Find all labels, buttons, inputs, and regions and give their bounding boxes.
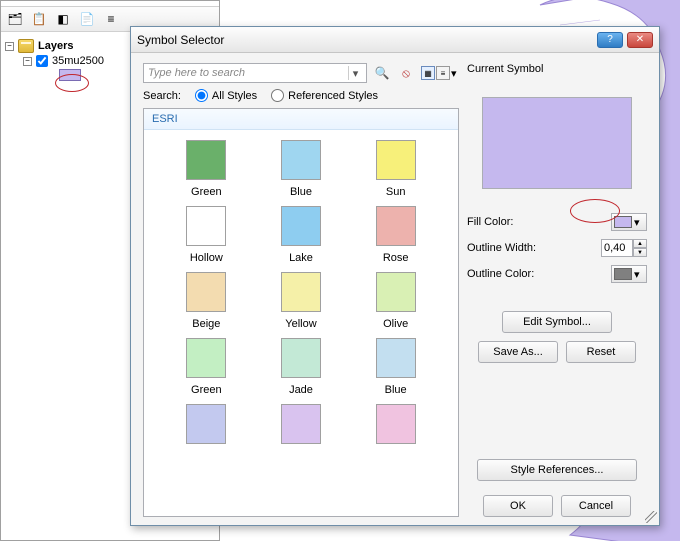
swatch-label: Green	[191, 186, 222, 198]
swatch-label: Blue	[290, 186, 312, 198]
cancel-button[interactable]: Cancel	[561, 495, 631, 517]
search-input[interactable]: Type here to search ▾	[143, 63, 367, 83]
swatch-label: Olive	[383, 318, 408, 330]
dialog-title: Symbol Selector	[137, 33, 224, 47]
search-label: Search:	[143, 90, 181, 102]
outline-color-label: Outline Color:	[467, 268, 605, 280]
search-placeholder: Type here to search	[148, 67, 245, 79]
expander-minus-icon[interactable]: −	[23, 57, 32, 66]
swatch-color	[186, 272, 226, 312]
swatch-color	[376, 272, 416, 312]
style-references-button[interactable]: Style References...	[477, 459, 637, 481]
swatch-color	[281, 140, 321, 180]
swatch-label: Beige	[192, 318, 220, 330]
swatch-scroll-area[interactable]: Green Blue Sun Hollow Lake Rose Beige Yellow Oli…	[144, 130, 458, 516]
swatch-label: Green	[191, 384, 222, 396]
toc-list-by-drawing-icon[interactable]: 🗂	[6, 10, 24, 28]
chevron-down-icon: ▾	[634, 216, 640, 229]
fill-color-label: Fill Color:	[467, 216, 605, 228]
swatch-item[interactable]: Lake	[257, 206, 346, 264]
outline-color-chip	[614, 268, 632, 280]
swatch-item[interactable]	[351, 404, 440, 450]
spin-down-icon[interactable]: ▼	[633, 248, 647, 257]
resize-grip[interactable]	[645, 511, 657, 523]
outline-width-field[interactable]	[601, 239, 633, 257]
symbol-selector-dialog: Symbol Selector ? ✕ Type here to search …	[130, 26, 660, 526]
swatch-label: Jade	[289, 384, 313, 396]
clear-search-icon[interactable]: ⦸	[397, 64, 415, 82]
layers-icon	[18, 39, 34, 53]
chevron-down-icon[interactable]: ▾	[348, 66, 362, 80]
layer-name: 35mu2500	[52, 55, 104, 67]
reset-button[interactable]: Reset	[566, 341, 636, 363]
layer-visibility-checkbox[interactable]	[36, 55, 48, 67]
swatch-color	[281, 272, 321, 312]
outline-color-picker[interactable]: ▾	[611, 265, 647, 283]
swatch-item[interactable]	[162, 404, 251, 450]
swatch-color	[186, 404, 226, 444]
swatch-item[interactable]: Blue	[257, 140, 346, 198]
radio-referenced-styles[interactable]: Referenced Styles	[271, 89, 378, 102]
swatch-color	[376, 140, 416, 180]
swatch-item[interactable]	[257, 404, 346, 450]
toc-options-icon[interactable]: ≡	[102, 10, 120, 28]
swatch-item[interactable]: Sun	[351, 140, 440, 198]
swatch-item[interactable]: Rose	[351, 206, 440, 264]
layer-symbol-swatch[interactable]	[59, 69, 81, 81]
ok-button[interactable]: OK	[483, 495, 553, 517]
current-symbol-preview	[482, 97, 632, 189]
swatch-color	[376, 338, 416, 378]
search-icon[interactable]: 🔍	[373, 64, 391, 82]
swatch-item[interactable]: Hollow	[162, 206, 251, 264]
toc-list-by-visibility-icon[interactable]: ◧	[54, 10, 72, 28]
current-symbol-label: Current Symbol	[467, 63, 647, 75]
swatch-color	[281, 206, 321, 246]
swatch-color	[186, 338, 226, 378]
outline-width-stepper[interactable]: ▲▼	[601, 239, 647, 257]
symbol-list: ESRI Green Blue Sun Hollow Lake Rose Beige Yell…	[143, 108, 459, 517]
close-button[interactable]: ✕	[627, 32, 653, 48]
save-as-button[interactable]: Save As...	[478, 341, 558, 363]
swatch-color	[186, 140, 226, 180]
swatch-item[interactable]: Beige	[162, 272, 251, 330]
chevron-down-icon: ▾	[634, 268, 640, 281]
swatch-item[interactable]: Green	[162, 338, 251, 396]
swatch-item[interactable]: Blue	[351, 338, 440, 396]
grid-view-icon[interactable]: ▦	[421, 66, 435, 80]
toc-list-by-selection-icon[interactable]: 📄	[78, 10, 96, 28]
swatch-label: Yellow	[285, 318, 316, 330]
swatch-label: Sun	[386, 186, 406, 198]
swatch-item[interactable]: Yellow	[257, 272, 346, 330]
swatch-item[interactable]: Jade	[257, 338, 346, 396]
toc-list-by-source-icon[interactable]: 📋	[30, 10, 48, 28]
category-header[interactable]: ESRI	[144, 109, 458, 130]
radio-all-styles[interactable]: All Styles	[195, 89, 257, 102]
help-button[interactable]: ?	[597, 32, 623, 48]
swatch-color	[376, 404, 416, 444]
edit-symbol-button[interactable]: Edit Symbol...	[502, 311, 612, 333]
fill-color-picker[interactable]: ▾	[611, 213, 647, 231]
fill-color-chip	[614, 216, 632, 228]
swatch-label: Hollow	[190, 252, 223, 264]
swatch-color	[281, 338, 321, 378]
outline-width-label: Outline Width:	[467, 242, 595, 254]
swatch-color	[281, 404, 321, 444]
swatch-item[interactable]: Green	[162, 140, 251, 198]
expander-minus-icon[interactable]: −	[5, 42, 14, 51]
spin-up-icon[interactable]: ▲	[633, 239, 647, 248]
layers-label: Layers	[38, 40, 73, 52]
titlebar[interactable]: Symbol Selector ? ✕	[131, 27, 659, 53]
swatch-color	[186, 206, 226, 246]
swatch-label: Rose	[383, 252, 409, 264]
swatch-label: Lake	[289, 252, 313, 264]
list-view-icon[interactable]: ≡	[436, 66, 450, 80]
swatch-color	[376, 206, 416, 246]
swatch-item[interactable]: Olive	[351, 272, 440, 330]
swatch-label: Blue	[385, 384, 407, 396]
